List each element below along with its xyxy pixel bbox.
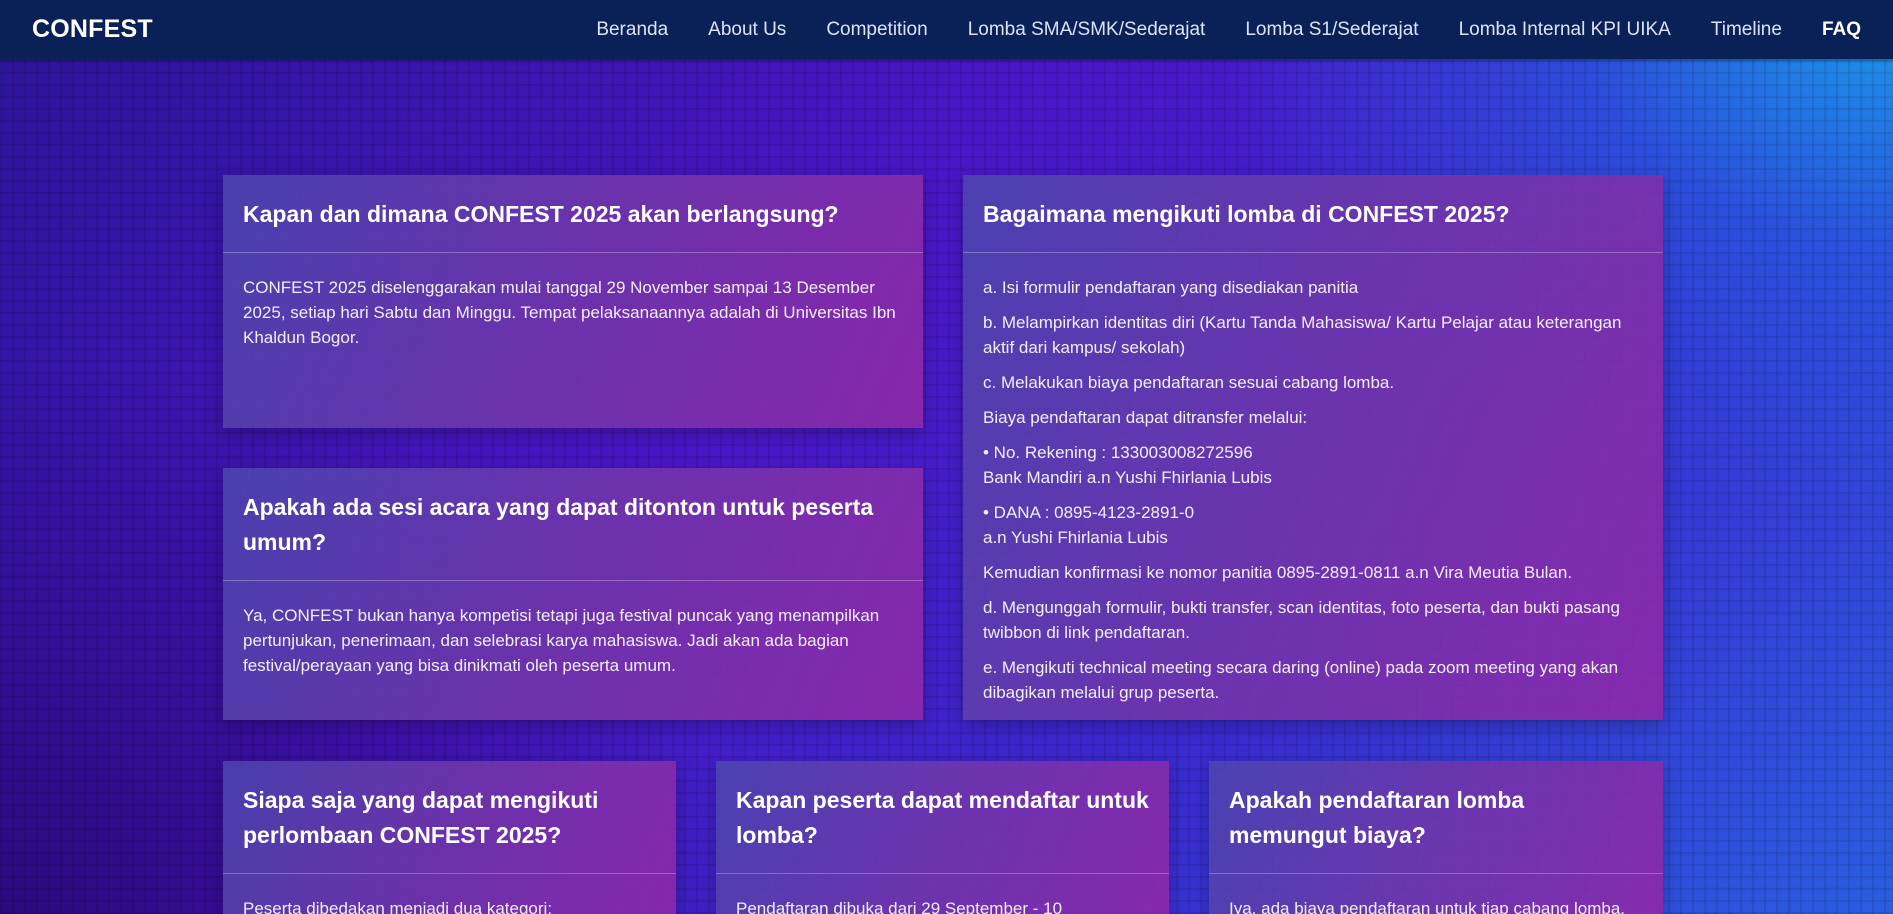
faq-answer-body: CONFEST 2025 diselenggarakan mulai tangg…	[223, 253, 923, 376]
faq-card-header: Bagaimana mengikuti lomba di CONFEST 202…	[963, 175, 1663, 253]
faq-answer-body: Iya, ada biaya pendaftaran untuk tiap ca…	[1209, 874, 1663, 914]
dana-holder: a.n Yushi Fhirlania Lubis	[983, 528, 1168, 547]
top-navbar: CONFEST Beranda About Us Competition Lom…	[0, 0, 1893, 59]
nav-link-lomba-internal[interactable]: Lomba Internal KPI UIKA	[1459, 19, 1671, 41]
dana-number: • DANA : 0895-4123-2891-0	[983, 503, 1195, 522]
faq-answer-body: a. Isi formulir pendaftaran yang disedia…	[963, 253, 1663, 731]
faq-step-c: c. Melakukan biaya pendaftaran sesuai ca…	[983, 373, 1395, 392]
faq-card-header: Kapan peserta dapat mendaftar untuk lomb…	[716, 761, 1169, 874]
faq-question: Bagaimana mengikuti lomba di CONFEST 202…	[983, 201, 1510, 227]
faq-card-header: Apakah ada sesi acara yang dapat ditonto…	[223, 468, 923, 581]
faq-step-d: d. Mengunggah formulir, bukti transfer, …	[983, 598, 1620, 642]
nav-link-about-us[interactable]: About Us	[708, 19, 786, 41]
faq-step-b: b. Melampirkan identitas diri (Kartu Tan…	[983, 313, 1622, 357]
faq-card-public-session: Apakah ada sesi acara yang dapat ditonto…	[223, 468, 923, 720]
faq-answer: Ya, CONFEST bukan hanya kompetisi tetapi…	[243, 606, 880, 675]
faq-card-fee: Apakah pendaftaran lomba memungut biaya?…	[1209, 761, 1663, 914]
faq-answer: Peserta dibedakan menjadi dua kategori:	[243, 899, 553, 914]
faq-answer: Iya, ada biaya pendaftaran untuk tiap ca…	[1229, 899, 1626, 914]
faq-transfer-intro: Biaya pendaftaran dapat ditransfer melal…	[983, 408, 1308, 427]
nav-link-lomba-sma[interactable]: Lomba SMA/SMK/Sederajat	[968, 19, 1206, 41]
nav-link-beranda[interactable]: Beranda	[596, 19, 668, 41]
bank-account-number: • No. Rekening : 133003008272596	[983, 443, 1253, 462]
faq-question: Kapan dan dimana CONFEST 2025 akan berla…	[243, 201, 839, 227]
faq-dana-account: • DANA : 0895-4123-2891-0 a.n Yushi Fhir…	[983, 500, 1643, 550]
faq-step-a: a. Isi formulir pendaftaran yang disedia…	[983, 278, 1359, 297]
faq-answer: Pendaftaran dibuka dari 29 September - 1…	[736, 899, 1063, 914]
faq-card-registration-date: Kapan peserta dapat mendaftar untuk lomb…	[716, 761, 1169, 914]
nav-link-lomba-s1[interactable]: Lomba S1/Sederajat	[1245, 19, 1418, 41]
faq-bank-account: • No. Rekening : 133003008272596 Bank Ma…	[983, 440, 1643, 490]
nav-link-timeline[interactable]: Timeline	[1711, 19, 1782, 41]
brand-logo[interactable]: CONFEST	[32, 15, 153, 44]
faq-card-who-can-join: Siapa saja yang dapat mengikuti perlomba…	[223, 761, 676, 914]
bank-account-holder: Bank Mandiri a.n Yushi Fhirlania Lubis	[983, 468, 1272, 487]
faq-card-how-to-join: Bagaimana mengikuti lomba di CONFEST 202…	[963, 175, 1663, 720]
faq-confirmation: Kemudian konfirmasi ke nomor panitia 089…	[983, 563, 1573, 582]
faq-question: Kapan peserta dapat mendaftar untuk lomb…	[736, 787, 1149, 848]
faq-answer-body: Ya, CONFEST bukan hanya kompetisi tetapi…	[223, 581, 923, 704]
faq-question: Apakah ada sesi acara yang dapat ditonto…	[243, 494, 874, 555]
faq-card-header: Siapa saja yang dapat mengikuti perlomba…	[223, 761, 676, 874]
faq-question: Apakah pendaftaran lomba memungut biaya?	[1229, 787, 1525, 848]
faq-card-when-where: Kapan dan dimana CONFEST 2025 akan berla…	[223, 175, 923, 428]
nav-link-faq[interactable]: FAQ	[1822, 19, 1861, 41]
faq-answer-body: Peserta dibedakan menjadi dua kategori:	[223, 874, 676, 914]
nav-link-competition[interactable]: Competition	[826, 19, 927, 41]
faq-answer-body: Pendaftaran dibuka dari 29 September - 1…	[716, 874, 1169, 914]
nav-links: Beranda About Us Competition Lomba SMA/S…	[596, 19, 1861, 41]
faq-card-header: Apakah pendaftaran lomba memungut biaya?	[1209, 761, 1663, 874]
faq-card-header: Kapan dan dimana CONFEST 2025 akan berla…	[223, 175, 923, 253]
faq-question: Siapa saja yang dapat mengikuti perlomba…	[243, 787, 599, 848]
faq-step-e: e. Mengikuti technical meeting secara da…	[983, 658, 1619, 702]
faq-answer: CONFEST 2025 diselenggarakan mulai tangg…	[243, 278, 896, 347]
